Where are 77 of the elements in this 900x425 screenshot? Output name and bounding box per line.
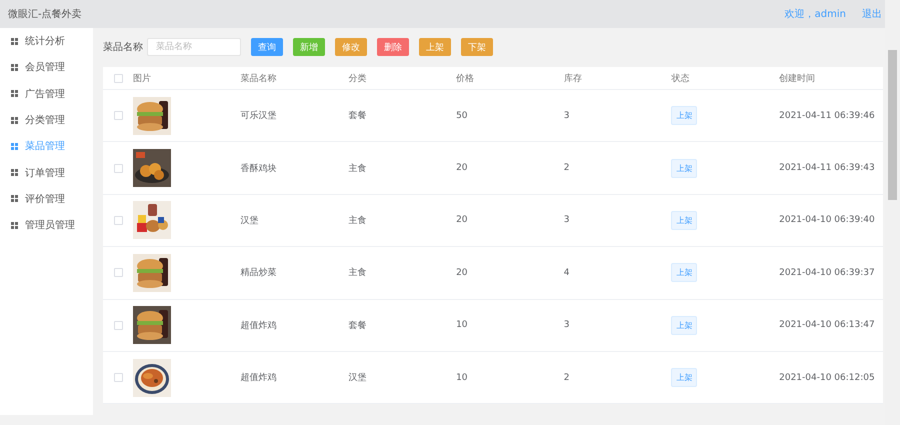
column-header: 库存 xyxy=(564,74,582,84)
table-cell: 超值炸鸡 xyxy=(240,373,277,384)
table-cell: 2021-04-11 06:39:46 xyxy=(779,110,875,121)
sidebar-item[interactable]: 评价管理 xyxy=(0,186,93,212)
table-cell: 2021-04-10 06:39:40 xyxy=(779,215,875,226)
grid-icon xyxy=(11,64,18,71)
table-cell: 2021-04-10 06:39:37 xyxy=(779,268,875,278)
table-cell: 20 xyxy=(456,268,468,278)
table-cell: 50 xyxy=(456,110,468,121)
sidebar-item[interactable]: 管理员管理 xyxy=(0,212,93,238)
table-cell: 可乐汉堡 xyxy=(240,111,277,122)
table-cell: 3 xyxy=(564,215,570,226)
table-cell: 20 xyxy=(456,163,468,174)
column-header: 图片 xyxy=(133,74,151,84)
logout-link[interactable]: 退出 xyxy=(862,7,882,21)
column-header: 价格 xyxy=(456,74,474,84)
column-header: 分类 xyxy=(348,74,366,84)
table-cell: 汉堡 xyxy=(240,216,259,226)
table-cell: 2021-04-11 06:39:43 xyxy=(779,163,875,174)
table-cell: 2 xyxy=(564,372,570,383)
table-cell: 3 xyxy=(564,110,570,121)
table-cell: 10 xyxy=(456,372,468,383)
column-header: 菜品名称 xyxy=(240,74,277,84)
grid-icon xyxy=(11,169,18,176)
grid-icon xyxy=(11,222,18,229)
table-cell: 20 xyxy=(456,215,468,226)
search-label: 菜品名称 xyxy=(103,40,143,54)
app-title: 微眼汇-点餐外卖 xyxy=(8,8,82,21)
table-cell: 2021-04-10 06:13:47 xyxy=(779,320,875,330)
sidebar-item[interactable]: 广告管理 xyxy=(0,80,93,107)
table-cell: 2 xyxy=(564,163,570,174)
sidebar-item[interactable]: 会员管理 xyxy=(0,54,93,81)
table-cell: 4 xyxy=(564,268,570,278)
checkbox[interactable] xyxy=(114,320,122,330)
table-cell: 套餐 xyxy=(348,320,366,331)
table-cell: 汉堡 xyxy=(348,373,366,384)
column-header: 状态 xyxy=(671,74,690,84)
sidebar-item[interactable]: 统计分析 xyxy=(0,28,93,54)
status-tag: 上架 xyxy=(671,210,698,230)
checkbox[interactable] xyxy=(114,164,122,173)
user-link[interactable]: 欢迎，admin xyxy=(784,7,846,21)
grid-icon xyxy=(11,116,18,124)
toolbar-button[interactable]: 上架 xyxy=(419,38,451,56)
table-cell: 主食 xyxy=(348,216,366,226)
toolbar-button[interactable]: 新增 xyxy=(293,38,325,56)
grid-icon xyxy=(11,195,18,202)
table-cell: 2021-04-10 06:12:05 xyxy=(779,372,875,383)
table-cell: 主食 xyxy=(348,268,366,278)
grid-icon xyxy=(11,90,18,98)
toolbar-button[interactable]: 下架 xyxy=(461,38,493,56)
status-tag: 上架 xyxy=(671,368,698,388)
table-cell: 10 xyxy=(456,320,468,330)
table-cell: 主食 xyxy=(348,164,366,174)
checkbox[interactable] xyxy=(114,268,122,278)
toolbar-button[interactable]: 修改 xyxy=(335,38,367,56)
column-header: 创建时间 xyxy=(779,74,816,84)
status-tag: 上架 xyxy=(671,316,698,335)
status-tag: 上架 xyxy=(671,106,698,126)
toolbar-button[interactable]: 删除 xyxy=(377,38,409,56)
toolbar-button[interactable]: 查询 xyxy=(251,38,283,56)
grid-icon xyxy=(11,38,18,45)
checkbox[interactable] xyxy=(114,74,122,82)
table-cell: 精品炒菜 xyxy=(240,268,277,278)
checkbox[interactable] xyxy=(114,216,122,225)
status-tag: 上架 xyxy=(671,263,698,282)
sidebar-item[interactable]: 菜品管理 xyxy=(0,133,93,160)
table-cell: 套餐 xyxy=(348,111,366,122)
table-cell: 3 xyxy=(564,320,570,330)
checkbox[interactable] xyxy=(114,373,122,382)
status-tag: 上架 xyxy=(671,158,698,178)
checkbox[interactable] xyxy=(114,111,122,120)
search-field[interactable]: 菜品名称 xyxy=(147,38,241,56)
grid-icon xyxy=(11,142,18,150)
table-cell: 超值炸鸡 xyxy=(240,320,277,331)
sidebar-item[interactable]: 订单管理 xyxy=(0,159,93,186)
table-cell: 香酥鸡块 xyxy=(240,164,277,174)
sidebar-item[interactable]: 分类管理 xyxy=(0,106,93,134)
